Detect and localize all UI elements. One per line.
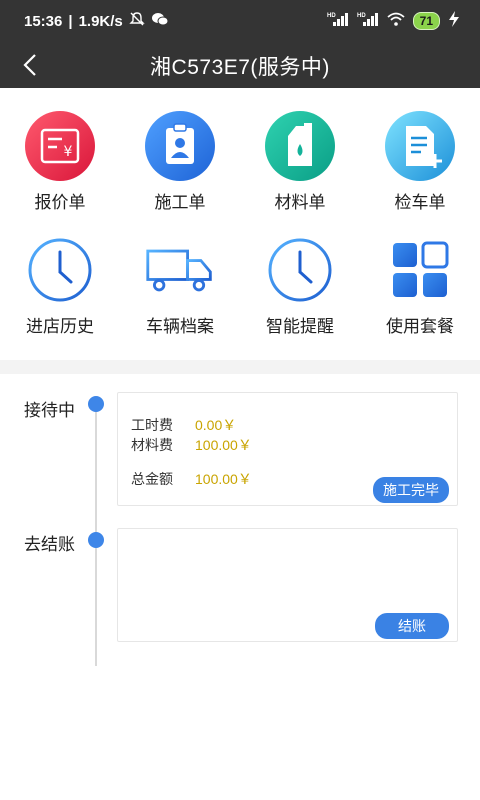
grid-item-work-order[interactable]: 施工单 — [120, 110, 240, 213]
svg-text:HD: HD — [357, 13, 366, 19]
timeline-step-label: 去结账 — [24, 535, 75, 554]
status-speed: 1.9K/s — [78, 12, 123, 30]
title-bar: 湘C573E7(服务中) — [0, 42, 480, 88]
grid-item-label: 检车单 — [394, 193, 446, 212]
checkout-button[interactable]: 结账 — [375, 613, 449, 639]
status-bar-left: 15:36 | 1.9K/s — [24, 11, 169, 31]
grid-item-label: 施工单 — [154, 193, 206, 212]
status-separator: | — [68, 12, 73, 30]
status-bar: 15:36 | 1.9K/s HD HD 71 — [0, 0, 480, 42]
fee-card: 工时费 0.00￥ 材料费 100.00￥ 总金额 100.00￥ 施工完毕 — [117, 392, 458, 506]
grid-item-label: 智能提醒 — [266, 317, 334, 336]
work-order-icon — [144, 110, 216, 182]
fee-name: 总金额 — [131, 471, 173, 487]
fee-name: 材料费 — [131, 437, 173, 453]
fee-value: 100.00￥ — [195, 471, 252, 487]
quotation-icon: ¥ — [24, 110, 96, 182]
package-grid-icon — [384, 234, 456, 306]
grid-item-material[interactable]: 材料单 — [240, 110, 360, 213]
grid-item-label: 使用套餐 — [386, 317, 454, 336]
svg-text:HD: HD — [327, 13, 336, 19]
status-time: 15:36 — [24, 12, 63, 30]
timeline-dot — [88, 532, 104, 548]
wifi-icon — [387, 12, 405, 29]
mute-icon — [129, 11, 145, 31]
signal-icon-1: HD — [327, 11, 349, 30]
wechat-icon — [151, 11, 169, 31]
grid-item-label: 进店历史 — [26, 317, 94, 336]
fee-value: 100.00￥ — [195, 437, 252, 453]
service-timeline: 接待中 工时费 0.00￥ 材料费 100.00￥ 总金额 100.00￥ 施工… — [0, 374, 480, 800]
page-title: 湘C573E7(服务中) — [150, 56, 330, 79]
timeline-dot — [88, 396, 104, 412]
fee-row-total: 总金额 100.00￥ — [131, 469, 252, 489]
charging-icon — [448, 11, 460, 30]
timeline-step-label: 接待中 — [24, 401, 75, 420]
fee-row-material: 材料费 100.00￥ — [131, 435, 252, 455]
truck-icon — [144, 234, 216, 306]
section-divider — [0, 360, 480, 374]
grid-item-visit-history[interactable]: 进店历史 — [0, 234, 120, 337]
finish-construction-button[interactable]: 施工完毕 — [373, 477, 449, 503]
inspection-icon — [384, 110, 456, 182]
fee-row-labor: 工时费 0.00￥ — [131, 415, 236, 435]
clock-icon — [24, 234, 96, 306]
grid-item-label: 车辆档案 — [146, 317, 214, 336]
grid-item-label: 报价单 — [34, 193, 86, 212]
fee-value: 0.00￥ — [195, 417, 237, 433]
reminder-clock-icon — [264, 234, 336, 306]
function-grid: ¥ 报价单 施工单 材料单 检车单 进店历史 车辆档案 智能提醒 使用套餐 — [0, 88, 480, 360]
checkout-card: 结账 — [117, 528, 458, 642]
material-icon — [264, 110, 336, 182]
status-bar-right: HD HD 71 — [327, 11, 460, 30]
grid-item-use-package[interactable]: 使用套餐 — [360, 234, 480, 337]
grid-item-label: 材料单 — [274, 193, 326, 212]
grid-item-quotation[interactable]: ¥ 报价单 — [0, 110, 120, 213]
grid-item-vehicle-archive[interactable]: 车辆档案 — [120, 234, 240, 337]
svg-text:¥: ¥ — [64, 144, 73, 160]
signal-icon-2: HD — [357, 11, 379, 30]
fee-name: 工时费 — [131, 417, 173, 433]
grid-item-inspection[interactable]: 检车单 — [360, 110, 480, 213]
grid-item-smart-reminder[interactable]: 智能提醒 — [240, 234, 360, 337]
battery-indicator: 71 — [412, 11, 440, 30]
